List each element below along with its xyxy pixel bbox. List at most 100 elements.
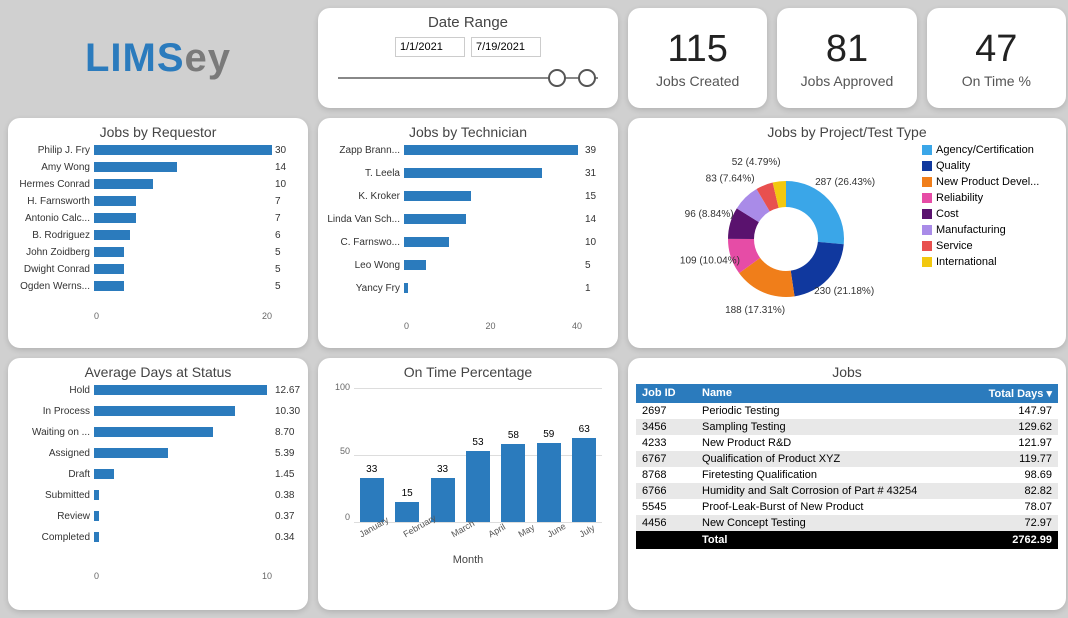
slider-knob-start[interactable] <box>548 69 566 87</box>
bar-label: Assigned <box>16 448 94 459</box>
date-range-slider[interactable] <box>338 63 598 93</box>
donut-slice[interactable] <box>786 181 844 244</box>
table-header[interactable]: Job IDNameTotal Days ▾ <box>636 384 1058 403</box>
bar-row[interactable]: Philip J. Fry30 <box>16 144 300 156</box>
bar-row[interactable]: Completed0.34 <box>16 531 300 543</box>
slice-label: 287 (26.43%) <box>815 177 875 188</box>
legend-item[interactable]: Service <box>922 240 1039 252</box>
bar-value: 58 <box>501 430 525 441</box>
bar-value: 6 <box>272 230 300 241</box>
bar-value: 59 <box>537 429 561 440</box>
bar-label: Ogden Werns... <box>16 281 94 292</box>
bar-label: Review <box>16 511 94 522</box>
bar[interactable]: 59 <box>537 443 561 522</box>
bar-row[interactable]: Ogden Werns...5 <box>16 280 300 292</box>
bar-row[interactable]: Leo Wong5 <box>326 259 610 271</box>
jobs-by-project-panel: Jobs by Project/Test Type 287 (26.43%)23… <box>628 118 1066 348</box>
legend-label: Quality <box>936 160 970 172</box>
donut-chart: 287 (26.43%)230 (21.18%)188 (17.31%)109 … <box>636 144 916 334</box>
bar-label: Dwight Conrad <box>16 264 94 275</box>
bar-value: 5.39 <box>272 448 300 459</box>
bar-row[interactable]: John Zoidberg5 <box>16 246 300 258</box>
date-range-title: Date Range <box>428 14 508 31</box>
bar-label: T. Leela <box>326 168 404 179</box>
bar-row[interactable]: Draft1.45 <box>16 468 300 480</box>
on-time-percentage-panel: On Time Percentage 10050033153353585963J… <box>318 358 618 610</box>
bar-label: Hermes Conrad <box>16 179 94 190</box>
kpi-card: 47 On Time % <box>927 8 1066 108</box>
jobs-by-technician-panel: Jobs by Technician Zapp Brann...39T. Lee… <box>318 118 618 348</box>
legend-label: New Product Devel... <box>936 176 1039 188</box>
table-row[interactable]: 6767Qualification of Product XYZ119.77 <box>636 451 1058 467</box>
bar-row[interactable]: B. Rodriguez 6 <box>16 229 300 241</box>
bar-row[interactable]: Zapp Brann... 39 <box>326 144 610 156</box>
bar-label: Zapp Brann... <box>326 145 404 156</box>
bar-row[interactable]: Assigned 5.39 <box>16 447 300 459</box>
bar-row[interactable]: Hermes Conrad10 <box>16 178 300 190</box>
date-from-input[interactable] <box>395 37 465 57</box>
bar-value: 0.34 <box>272 532 300 543</box>
legend-item[interactable]: International <box>922 256 1039 268</box>
bar-row[interactable]: Antonio Calc...7 <box>16 212 300 224</box>
legend-item[interactable]: Quality <box>922 160 1039 172</box>
bar-value: 39 <box>582 145 610 156</box>
bar[interactable]: 53 <box>466 451 490 522</box>
slice-label: 52 (4.79%) <box>732 157 781 168</box>
bar-row[interactable]: Yancy Fry1 <box>326 282 610 294</box>
logo: LIMSey <box>8 8 308 108</box>
bar-label: B. Rodriguez <box>16 230 94 241</box>
bar-value: 12.67 <box>272 385 300 396</box>
bar-row[interactable]: In Process10.30 <box>16 405 300 417</box>
bar-row[interactable]: Submitted0.38 <box>16 489 300 501</box>
bar-row[interactable]: Linda Van Sch...14 <box>326 213 610 225</box>
legend-label: Manufacturing <box>936 224 1006 236</box>
bar-value: 10 <box>582 237 610 248</box>
bar-row[interactable]: Review0.37 <box>16 510 300 522</box>
bar[interactable]: 15 <box>395 502 419 522</box>
panel-title: Average Days at Status <box>16 364 300 380</box>
bar-row[interactable]: Hold12.67 <box>16 384 300 396</box>
kpi-value: 47 <box>975 28 1017 71</box>
bar-label: In Process <box>16 406 94 417</box>
sort-icon[interactable]: ▾ <box>1046 388 1052 400</box>
legend-item[interactable]: New Product Devel... <box>922 176 1039 188</box>
bar-label: Yancy Fry <box>326 283 404 294</box>
bar-row[interactable]: Waiting on ...8.70 <box>16 426 300 438</box>
x-tick: April <box>487 522 508 540</box>
bar-row[interactable]: H. Farnsworth7 <box>16 195 300 207</box>
slice-label: 83 (7.64%) <box>706 174 755 185</box>
slider-knob-end[interactable] <box>578 69 596 87</box>
legend-item[interactable]: Manufacturing <box>922 224 1039 236</box>
bar[interactable]: 33 <box>360 478 384 522</box>
table-row[interactable]: 8768Firetesting Qualification98.69 <box>636 467 1058 483</box>
legend-item[interactable]: Agency/Certification <box>922 144 1039 156</box>
table-row[interactable]: 4456New Concept Testing72.97 <box>636 515 1058 531</box>
bar-row[interactable]: T. Leela31 <box>326 167 610 179</box>
bar-label: Leo Wong <box>326 260 404 271</box>
x-tick: May <box>517 522 537 539</box>
bar[interactable]: 63 <box>572 438 596 522</box>
kpi-value: 81 <box>826 28 868 71</box>
slice-label: 96 (8.84%) <box>685 209 734 220</box>
bar-row[interactable]: Dwight Conrad 5 <box>16 263 300 275</box>
legend-item[interactable]: Cost <box>922 208 1039 220</box>
table-row[interactable]: 2697Periodic Testing147.97 <box>636 403 1058 419</box>
table-row[interactable]: 3456Sampling Testing129.62 <box>636 419 1058 435</box>
slice-label: 188 (17.31%) <box>725 305 785 316</box>
bar-row[interactable]: K. Kroker15 <box>326 190 610 202</box>
table-row[interactable]: 6766Humidity and Salt Corrosion of Part … <box>636 483 1058 499</box>
kpi-label: Jobs Created <box>656 73 739 89</box>
legend-item[interactable]: Reliability <box>922 192 1039 204</box>
table-row[interactable]: 5545Proof-Leak-Burst of New Product78.07 <box>636 499 1058 515</box>
panel-title: Jobs by Requestor <box>16 124 300 140</box>
bar[interactable]: 58 <box>501 444 525 522</box>
bar-row[interactable]: C. Farnswo...10 <box>326 236 610 248</box>
table-total: Total2762.99 <box>636 531 1058 549</box>
bar-value: 5 <box>272 264 300 275</box>
date-to-input[interactable] <box>471 37 541 57</box>
kpi-label: On Time % <box>962 73 1031 89</box>
bar-row[interactable]: Amy Wong14 <box>16 161 300 173</box>
bar-value: 14 <box>582 214 610 225</box>
kpi-label: Jobs Approved <box>801 73 894 89</box>
table-row[interactable]: 4233New Product R&D121.97 <box>636 435 1058 451</box>
